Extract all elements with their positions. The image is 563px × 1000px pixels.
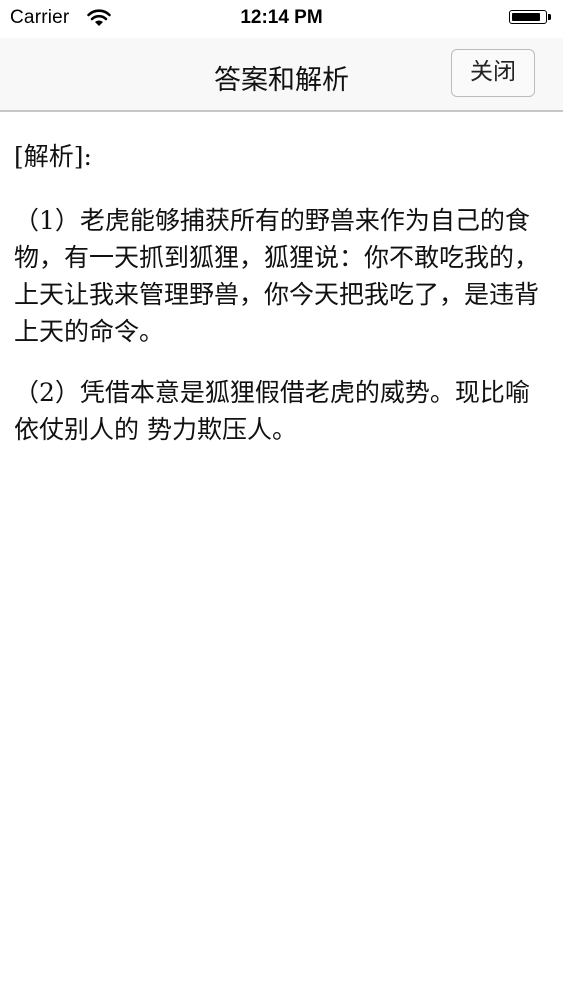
close-button[interactable]: 关闭	[451, 49, 535, 97]
analysis-content: [解析]: （1）老虎能够捕获所有的野兽来作为自己的食物，有一天抓到狐狸，狐狸说…	[14, 138, 549, 472]
analysis-heading: [解析]:	[14, 142, 92, 171]
analysis-paragraph-1: （1）老虎能够捕获所有的野兽来作为自己的食物，有一天抓到狐狸，狐狸说：你不敢吃我…	[14, 206, 540, 346]
status-bar: Carrier 12:14 PM	[0, 0, 563, 38]
navigation-bar: 答案和解析 关闭	[0, 38, 563, 112]
analysis-paragraph-2: （2）凭借本意是狐狸假借老虎的威势。现比喻依仗别人的 势力欺压人。	[14, 378, 530, 444]
battery-level-fill	[512, 13, 540, 21]
status-time: 12:14 PM	[240, 7, 323, 28]
battery-icon	[509, 10, 553, 26]
